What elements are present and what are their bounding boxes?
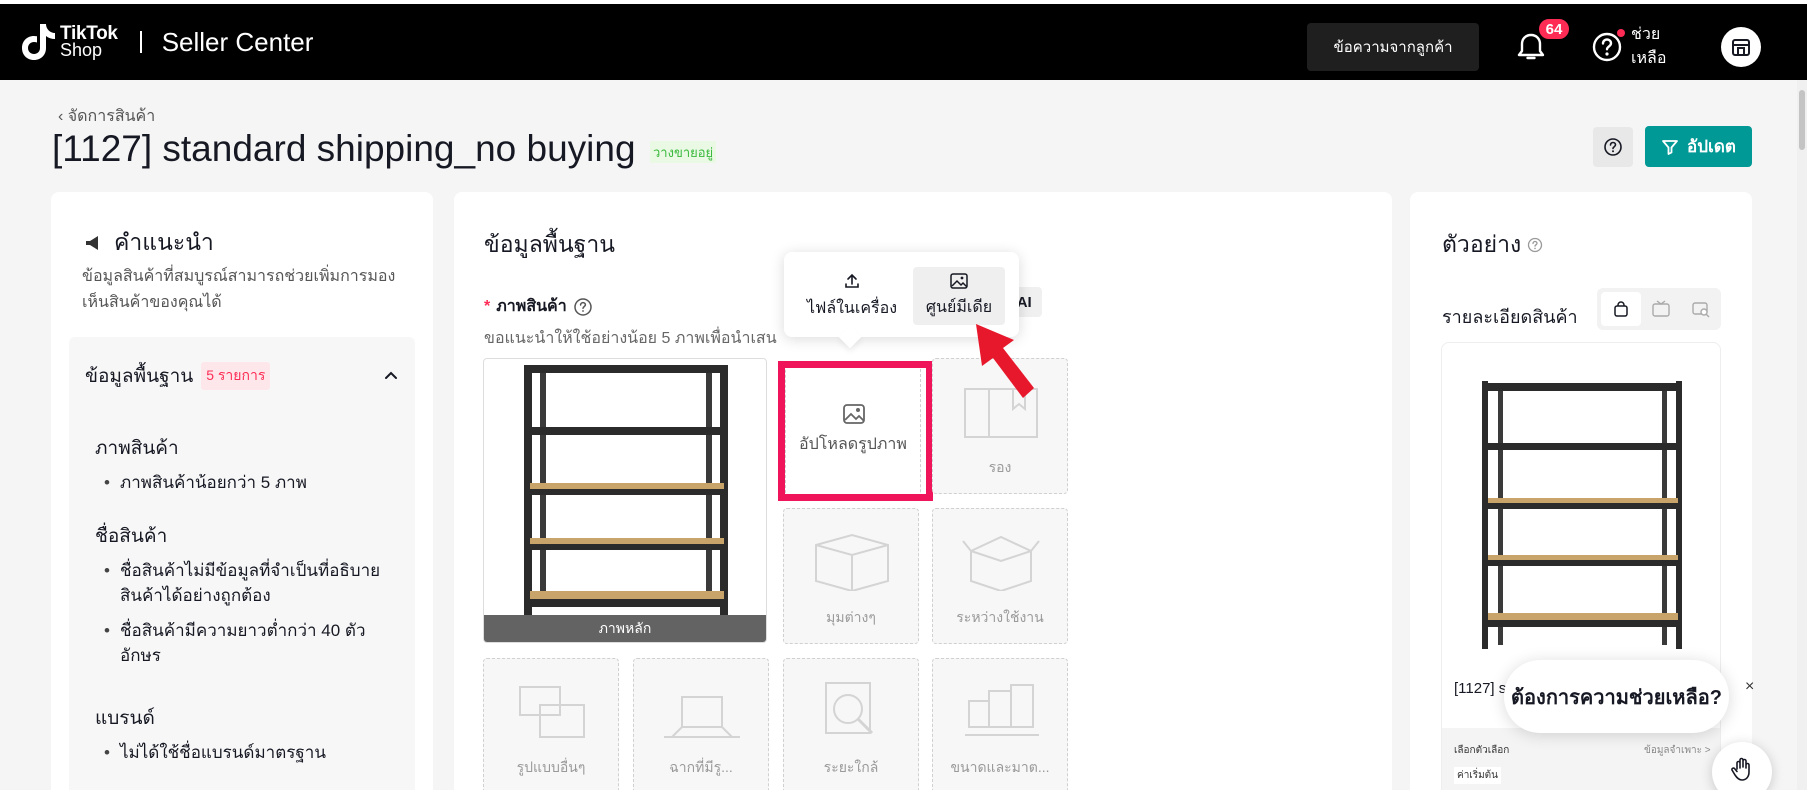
image-slot-label: ขนาดและมาต... <box>950 759 1050 775</box>
tips-header: คำแนะนำ <box>84 225 214 261</box>
brand-divider <box>139 31 142 53</box>
image-icon <box>950 272 968 289</box>
preview-select-option: เลือกตัวเลือก <box>1454 745 1510 756</box>
tips-count-badge: 5 รายการ <box>201 362 271 390</box>
info-icon[interactable] <box>573 297 593 317</box>
image-slot-scene[interactable]: ฉากที่มีรู... <box>633 658 769 790</box>
tips-title: คำแนะนำ <box>114 229 214 255</box>
preview-product-name: [1127] s <box>1454 680 1507 697</box>
question-icon[interactable] <box>1527 237 1543 253</box>
media-center-option[interactable]: ศูนย์มีเดีย <box>913 267 1005 325</box>
tip-item: ชื่อสินค้ามีความยาวต่ำกว่า 40 ตัวอักษร <box>104 618 404 668</box>
scrollbar-thumb[interactable] <box>1799 90 1805 150</box>
page-scrollbar[interactable] <box>1797 80 1807 790</box>
image-slot-close-up[interactable]: ระยะใกล้ <box>783 658 919 790</box>
notification-badge: 64 <box>1537 17 1571 41</box>
preview-shelf-image <box>1482 381 1682 649</box>
tab-live[interactable] <box>1641 292 1681 326</box>
highlight-frame <box>778 361 933 501</box>
product-images-text: ภาพสินค้า <box>496 298 567 315</box>
image-slot-label: ระยะใกล้ <box>823 759 879 775</box>
help-alert-dot <box>1617 29 1625 37</box>
local-file-label: ไฟล์ในเครื่อง <box>806 299 898 317</box>
question-icon <box>1604 138 1622 156</box>
boxes-placeholder-icon <box>519 686 585 738</box>
red-pointer-arrow-icon <box>976 324 1034 398</box>
chat-launcher-button[interactable] <box>1712 742 1772 790</box>
update-button-label: อัปเดต <box>1687 137 1736 156</box>
image-slot-other-styles[interactable]: รูปแบบอื่นๆ <box>483 658 619 790</box>
required-mark: * <box>484 297 491 315</box>
ruler-placeholder-icon <box>965 684 1039 736</box>
top-bar: TikTok Shop Seller Center ข้อความจากลูกค… <box>0 0 1807 80</box>
tips-description: ข้อมูลสินค้าที่สมบูรณ์สามารถช่วยเพิ่มการ… <box>82 268 396 311</box>
tiktok-shop-logo[interactable]: TikTok Shop Seller Center <box>20 20 313 64</box>
tiktok-logo-icon <box>22 24 55 60</box>
brand-wordmark: TikTok Shop <box>60 24 118 60</box>
main-image-caption: ภาพหลัก <box>484 615 766 642</box>
images-hint: ขอแนะนำให้ใช้อย่างน้อย 5 ภาพเพื่อนำเสน <box>484 330 777 347</box>
box-placeholder-icon <box>815 533 889 591</box>
update-button[interactable]: อัปเดต <box>1645 126 1752 167</box>
tip-item: ไม่ได้ใช้ชื่อแบรนด์มาตรฐาน <box>104 740 404 765</box>
tips-section: ข้อมูลพื้นฐาน 5 รายการ ภาพสินค้า ภาพสินค… <box>69 337 415 790</box>
preview-title-text: ตัวอย่าง <box>1442 231 1522 257</box>
tip-group-title: แบรนด์ <box>95 708 155 729</box>
local-file-option[interactable]: ไฟล์ในเครื่อง <box>802 267 902 325</box>
preview-spec-link: ข้อมูลจำเพาะ > <box>1644 745 1711 756</box>
tip-group-title: ชื่อสินค้า <box>95 526 168 547</box>
waving-hand-icon <box>1731 757 1750 781</box>
page-title: [1127] standard shipping_no buying <box>52 128 636 169</box>
preview-subtitle: รายละเอียดสินค้า <box>1442 307 1578 327</box>
tips-section-title: ข้อมูลพื้นฐาน <box>85 366 194 387</box>
open-box-placeholder-icon <box>962 535 1040 591</box>
section-title: ข้อมูลพื้นฐาน <box>484 231 616 257</box>
image-slot-label: รอง <box>988 459 1012 475</box>
main-product-image[interactable]: ภาพหลัก <box>483 358 767 643</box>
tips-panel: คำแนะนำ ข้อมูลสินค้าที่สมบูรณ์สามารถช่วย… <box>51 192 433 790</box>
tip-group-title: ภาพสินค้า <box>95 438 179 459</box>
funnel-icon <box>1662 139 1678 155</box>
image-slot-label: มุมต่างๆ <box>826 609 876 625</box>
image-slot-angles[interactable]: มุมต่างๆ <box>783 508 919 644</box>
breadcrumb[interactable]: ‹ จัดการสินค้า <box>58 104 155 129</box>
chevron-up-icon[interactable] <box>383 367 399 383</box>
help-link[interactable]: ช่วยเหลือ <box>1631 23 1681 71</box>
preview-title: ตัวอย่าง <box>1442 227 1543 263</box>
app-title: Seller Center <box>161 26 314 57</box>
image-slot-label: ระหว่างใช้งาน <box>956 609 1044 625</box>
search-card-icon <box>1692 302 1710 318</box>
shop-profile-button[interactable] <box>1721 27 1761 67</box>
magnifier-placeholder-icon <box>825 682 874 735</box>
product-images-label: * ภาพสินค้า <box>484 294 593 319</box>
shelf-image <box>524 365 728 615</box>
brand-line2: Shop <box>60 40 103 60</box>
tab-product-detail[interactable] <box>1601 292 1641 326</box>
image-slot-label: รูปแบบอื่นๆ <box>516 759 586 775</box>
tip-item: ชื่อสินค้าไม่มีข้อมูลที่จำเป็นที่อธิบายส… <box>104 558 404 608</box>
tip-item: ภาพสินค้าน้อยกว่า 5 ภาพ <box>104 470 404 495</box>
preview-tabs <box>1597 288 1721 330</box>
megaphone-icon <box>86 236 98 250</box>
tips-section-header[interactable]: ข้อมูลพื้นฐาน 5 รายการ <box>85 361 271 391</box>
upload-icon <box>845 273 859 288</box>
customer-messages-button[interactable]: ข้อความจากลูกค้า <box>1307 23 1479 71</box>
image-slot-size[interactable]: ขนาดและมาต... <box>932 658 1068 790</box>
tab-search[interactable] <box>1681 292 1721 326</box>
help-chat-bubble[interactable]: ต้องการความช่วยเหลือ? <box>1504 660 1729 733</box>
breadcrumb-label[interactable]: จัดการสินค้า <box>68 108 155 125</box>
help-button[interactable] <box>1593 127 1633 167</box>
close-icon[interactable]: × <box>1745 678 1754 696</box>
image-slot-label: ฉากที่มีรู... <box>669 759 733 775</box>
media-center-label: ศูนย์มีเดีย <box>925 298 993 316</box>
scene-placeholder-icon <box>664 696 740 738</box>
shopping-bag-icon <box>1614 301 1628 317</box>
image-slot-in-use[interactable]: ระหว่างใช้งาน <box>932 508 1068 644</box>
preview-start-price: ค่าเริ่มต้น <box>1454 767 1502 784</box>
store-icon <box>1732 39 1750 56</box>
status-badge: วางขายอยู่ <box>650 141 717 163</box>
live-icon <box>1652 300 1670 317</box>
